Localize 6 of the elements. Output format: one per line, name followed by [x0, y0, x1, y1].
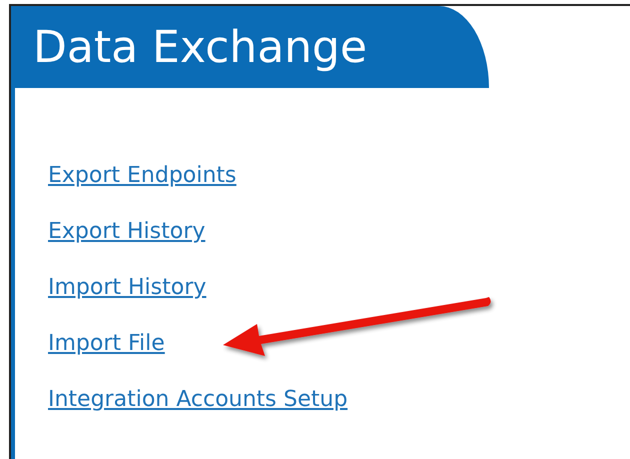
nav-link[interactable]: Integration Accounts Setup: [48, 384, 348, 416]
nav-link[interactable]: Import File: [48, 328, 165, 360]
page-title: Data Exchange: [33, 22, 368, 72]
nav-link[interactable]: Export Endpoints: [48, 160, 236, 192]
nav-link[interactable]: Export History: [48, 216, 206, 248]
nav-link[interactable]: Import History: [48, 272, 206, 304]
